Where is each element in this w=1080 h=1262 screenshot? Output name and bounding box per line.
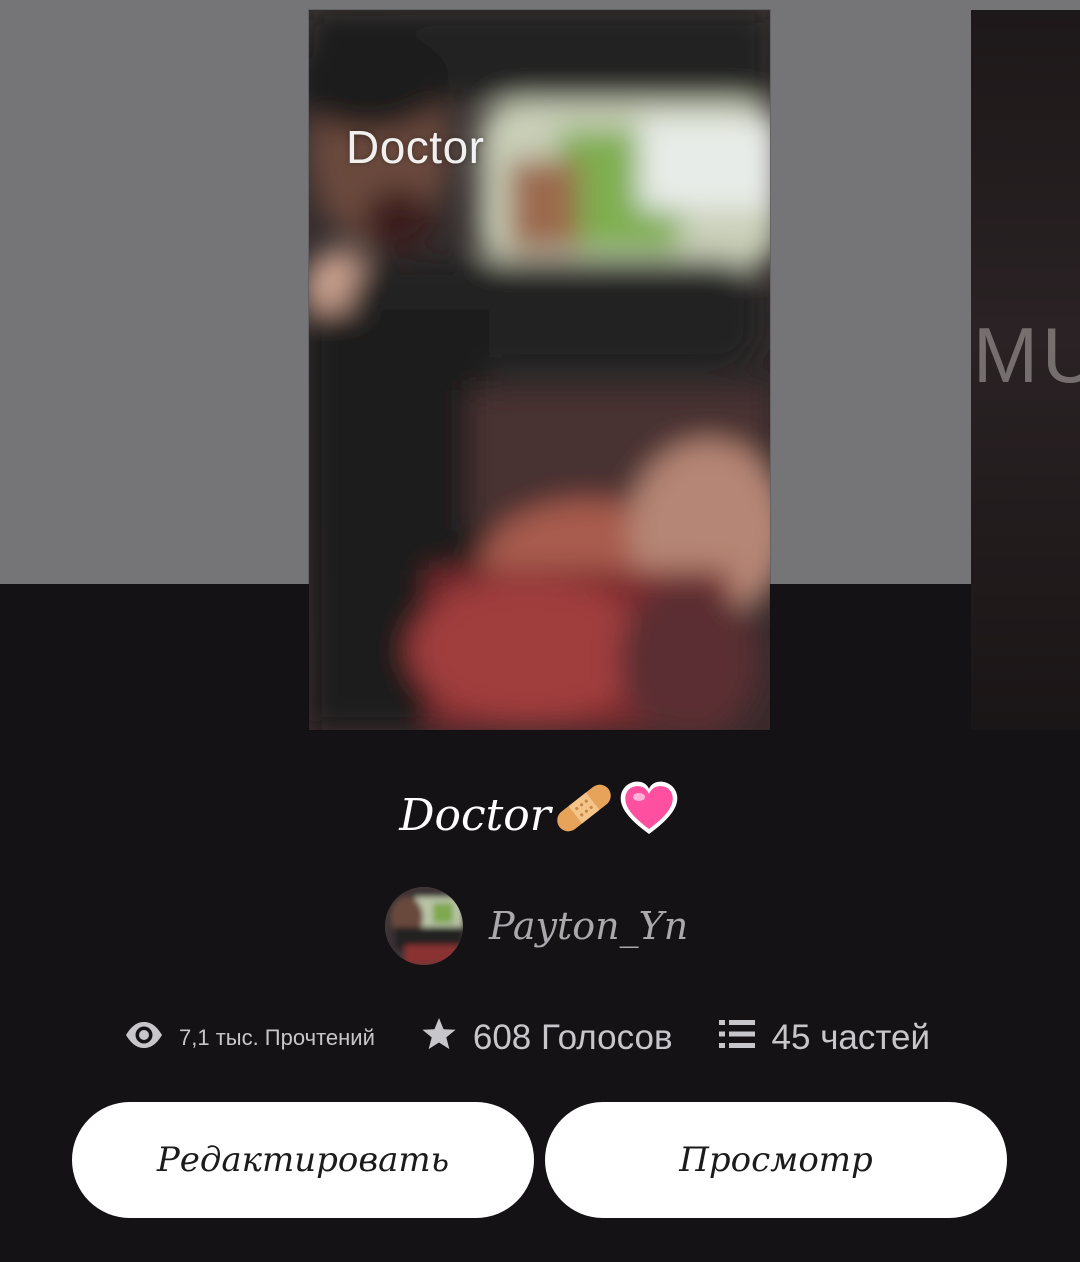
story-cover[interactable]: Doctor bbox=[309, 10, 770, 730]
edit-button[interactable]: Редактировать bbox=[72, 1102, 534, 1218]
next-story-cover[interactable]: MU bbox=[971, 10, 1080, 730]
list-icon bbox=[718, 1018, 757, 1059]
votes-count: 608 Голосов bbox=[472, 1018, 673, 1057]
story-stats: 7,1 тыс. Прочтений 608 Голосов 45 частей bbox=[124, 1010, 930, 1066]
cover-photo bbox=[309, 10, 770, 730]
heart-icon bbox=[617, 778, 681, 859]
parts-stat: 45 частей bbox=[718, 1018, 931, 1059]
view-button[interactable]: Просмотр bbox=[545, 1102, 1007, 1218]
edit-button-label: Редактировать bbox=[156, 1140, 450, 1180]
author-avatar[interactable] bbox=[385, 887, 463, 965]
next-cover-title: MU bbox=[973, 311, 1080, 399]
eye-icon bbox=[124, 1020, 164, 1056]
bandage-icon bbox=[551, 778, 617, 859]
author-name[interactable]: Payton_Yn bbox=[489, 904, 688, 948]
parts-count: 45 частей bbox=[771, 1018, 931, 1057]
author-row[interactable]: Payton_Yn bbox=[385, 886, 688, 966]
view-button-label: Просмотр bbox=[679, 1140, 873, 1180]
reads-count: 7,1 тыс. Прочтений bbox=[179, 1025, 375, 1050]
story-title: Doctor bbox=[0, 778, 1080, 859]
story-details-screen: Doctor MU Doctor Payton_Yn 7,1 тыс. Проч… bbox=[0, 0, 1080, 1262]
star-icon bbox=[421, 1016, 457, 1061]
votes-stat: 608 Голосов bbox=[421, 1016, 673, 1061]
story-title-text: Doctor bbox=[399, 790, 551, 841]
reads-stat: 7,1 тыс. Прочтений bbox=[124, 1020, 375, 1056]
cover-title: Doctor bbox=[346, 121, 485, 173]
